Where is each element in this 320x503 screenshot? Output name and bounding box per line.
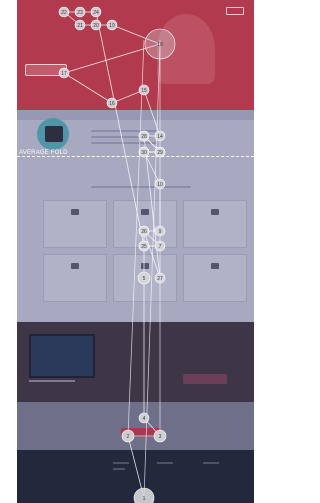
fixation-label: 27: [157, 276, 163, 282]
fixation-point: 4: [138, 412, 150, 424]
fixation-point: 27: [154, 272, 166, 284]
fixation-label: 16: [109, 101, 115, 107]
fixation-label: 19: [109, 23, 115, 29]
fixation-label: 7: [159, 244, 162, 250]
fixation-point: 18: [144, 28, 176, 60]
fixation-point: 9: [154, 225, 166, 237]
fixation-label: 24: [93, 10, 99, 16]
gaze-path-segment: [127, 39, 145, 437]
fixation-point: 15: [138, 84, 150, 96]
fixation-point: 28: [138, 130, 150, 142]
fixation-label: 9: [159, 229, 162, 235]
fixation-label: 26: [141, 229, 147, 235]
fixation-label: 18: [157, 42, 163, 48]
fixation-point: 22: [58, 6, 70, 18]
fixation-point: 16: [106, 97, 118, 109]
fixation-point: 26: [138, 225, 150, 237]
fixation-label: 4: [143, 416, 146, 422]
fixation-point: 29: [154, 146, 166, 158]
fixation-point: 3: [153, 429, 167, 443]
fixation-label: 28: [141, 134, 147, 140]
gaze-path-group: [63, 11, 161, 499]
fixation-label: 1: [143, 496, 146, 502]
fixation-label: 29: [157, 150, 163, 156]
fixation-label: 17: [61, 71, 67, 77]
fixation-point: 25: [138, 240, 150, 252]
fixation-point: 7: [154, 240, 166, 252]
fixation-label: 22: [61, 10, 67, 16]
fixation-point: 14: [154, 130, 166, 142]
fixation-label: 20: [93, 23, 99, 29]
fixation-label: 10: [157, 182, 163, 188]
fixation-point: 19: [106, 19, 118, 31]
fixation-point: 30: [138, 146, 150, 158]
fixation-point: 2: [121, 429, 135, 443]
gaze-plot-overlay: 1234567891011121314151617181920212223242…: [58, 6, 176, 503]
fixation-label: 3: [159, 434, 162, 440]
fixation-point: 10: [154, 178, 166, 190]
fixation-point: 24: [90, 6, 102, 18]
fixation-point: 1: [133, 487, 155, 503]
fixation-point: 23: [74, 6, 86, 18]
fixation-label: 2: [127, 434, 130, 440]
gaze-path-segment: [63, 72, 113, 104]
fixation-label: 21: [77, 23, 83, 29]
fixation-point: 21: [74, 19, 86, 31]
fixation-label: 5: [143, 276, 146, 282]
fixation-label: 23: [77, 10, 83, 16]
fixation-point: 5: [137, 271, 151, 285]
fixation-point: 20: [90, 19, 102, 31]
fixation-label: 30: [141, 150, 147, 156]
fixation-label: 25: [141, 244, 147, 250]
fixation-label: 15: [141, 88, 147, 94]
fixation-label: 14: [157, 134, 163, 140]
gaze-path-segment: [143, 135, 161, 279]
fixation-point: 17: [58, 67, 70, 79]
